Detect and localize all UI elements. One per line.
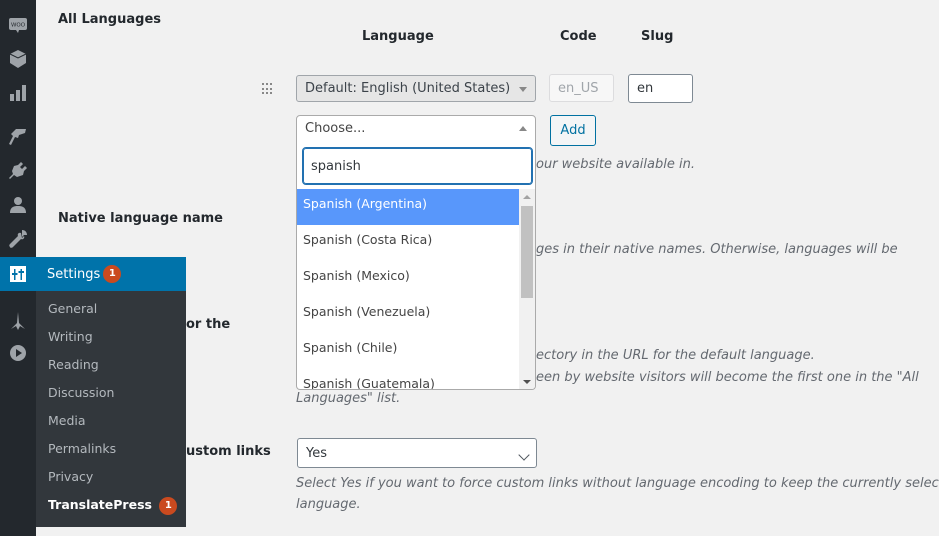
native-language-name-label: Native language name [58, 211, 223, 226]
column-header-language: Language [362, 29, 434, 44]
chevron-up-icon [519, 125, 527, 131]
language-option[interactable]: Spanish (Guatemala) [297, 369, 519, 389]
submenu-item-permalinks[interactable]: Permalinks [36, 435, 186, 463]
analytics-icon[interactable] [0, 76, 36, 110]
scroll-down-arrow-icon[interactable] [523, 380, 531, 384]
custom-links-description-1: Select Yes if you want to force custom l… [296, 476, 939, 491]
submenu-item-privacy[interactable]: Privacy [36, 463, 186, 491]
language-option[interactable]: Spanish (Costa Rica) [297, 225, 519, 261]
language-options-list: Spanish (Argentina) Spanish (Costa Rica)… [297, 189, 519, 389]
submenu-item-writing[interactable]: Writing [36, 323, 186, 351]
language-code-field: en_US [549, 74, 614, 102]
flyout-title: Settings [47, 266, 101, 282]
users-icon[interactable] [0, 188, 36, 222]
subdirectory-description-1: ectory in the URL for the default langua… [536, 348, 815, 363]
column-header-slug: Slug [641, 29, 674, 44]
language-search-input[interactable]: spanish [302, 147, 533, 185]
tools-icon[interactable] [0, 222, 36, 256]
flyout-settings-header[interactable]: Settings 1 [36, 257, 186, 291]
language-slug-field[interactable]: en [628, 74, 693, 103]
svg-text:WOO: WOO [11, 23, 26, 29]
settings-icon[interactable] [0, 257, 36, 291]
notification-badge: 1 [159, 496, 178, 515]
column-header-code: Code [560, 29, 597, 44]
submenu-item-general[interactable]: General [36, 295, 186, 323]
appearance-icon[interactable] [0, 120, 36, 154]
scroll-up-arrow-icon[interactable] [523, 195, 531, 199]
submenu-item-translatepress[interactable]: TranslatePress 1 [36, 491, 186, 519]
dropdown-scrollbar[interactable] [519, 189, 535, 389]
subdirectory-description-3: Languages" list. [296, 391, 401, 406]
media-play-icon[interactable] [0, 336, 36, 370]
notification-badge: 1 [103, 265, 122, 283]
submenu-item-discussion[interactable]: Discussion [36, 379, 186, 407]
plugins-icon[interactable] [0, 154, 36, 188]
add-language-button[interactable]: Add [550, 115, 596, 146]
settings-submenu: General Writing Reading Discussion Media… [36, 291, 186, 527]
drag-handle-icon[interactable] [262, 83, 274, 95]
chevron-down-icon [519, 86, 527, 92]
custom-links-label-partial: ustom links [186, 444, 271, 459]
chevron-down-icon [518, 449, 530, 461]
force-custom-links-select[interactable]: Yes [297, 438, 537, 468]
all-languages-description: our website available in. [536, 157, 695, 172]
custom-links-description-2: language. [296, 497, 361, 512]
products-icon[interactable] [0, 42, 36, 76]
language-option[interactable]: Spanish (Mexico) [297, 261, 519, 297]
submenu-item-label: TranslatePress [48, 497, 152, 512]
default-language-select: Default: English (United States) [296, 75, 536, 102]
language-option[interactable]: Spanish (Chile) [297, 333, 519, 369]
language-dropdown: spanish Spanish (Argentina) Spanish (Cos… [296, 141, 536, 390]
language-option[interactable]: Spanish (Argentina) [297, 189, 519, 225]
scrollbar-thumb[interactable] [521, 206, 533, 298]
default-language-value: Default: English (United States) [305, 81, 511, 96]
subdirectory-label-partial: or the [186, 317, 231, 332]
custom-plugin-icon[interactable] [0, 304, 36, 338]
all-languages-label: All Languages [58, 12, 162, 27]
new-language-placeholder: Choose... [305, 121, 366, 136]
new-language-select[interactable]: Choose... [296, 115, 536, 142]
submenu-item-reading[interactable]: Reading [36, 351, 186, 379]
force-custom-links-value: Yes [306, 445, 327, 461]
language-option[interactable]: Spanish (Venezuela) [297, 297, 519, 333]
woocommerce-icon[interactable]: WOO [0, 8, 36, 42]
submenu-item-media[interactable]: Media [36, 407, 186, 435]
admin-menu: WOO [0, 0, 36, 536]
native-name-description: ges in their native names. Otherwise, la… [536, 242, 898, 257]
subdirectory-description-2: een by website visitors will become the … [536, 370, 919, 385]
